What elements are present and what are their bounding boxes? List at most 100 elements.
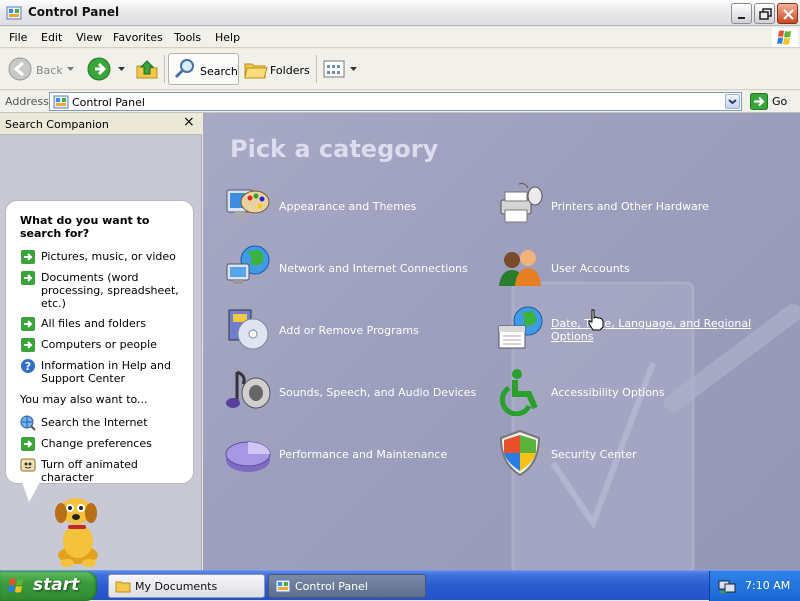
- printers-hardware-icon: [500, 183, 543, 223]
- start-button[interactable]: start: [0, 571, 97, 601]
- menu-help[interactable]: Help: [215, 31, 240, 44]
- hand-cursor-icon: [588, 309, 604, 331]
- search-option-pictures[interactable]: Pictures, music, or video: [20, 249, 192, 265]
- search-option-help[interactable]: ? Information in Help and Support Center: [20, 358, 192, 386]
- up-folder-icon: [136, 60, 158, 79]
- menu-favorites[interactable]: Favorites: [113, 31, 163, 44]
- option-label: Pictures, music, or video: [41, 250, 176, 263]
- taskbar-my-documents[interactable]: My Documents: [108, 574, 265, 598]
- category-view: Pick a category Appearance and Themes Pr…: [203, 113, 800, 570]
- turn-off-character-option[interactable]: Turn off animated character: [20, 457, 192, 484]
- search-option-documents[interactable]: Documents (word processing, spreadsheet,…: [20, 270, 192, 310]
- go-label: Go: [772, 95, 788, 108]
- add-remove-programs-icon: [228, 309, 269, 350]
- title-bar[interactable]: Control Panel: [0, 0, 800, 26]
- toolbar: Back Search Folders: [0, 49, 800, 90]
- green-arrow-icon: [21, 271, 35, 285]
- green-arrow-icon: [21, 338, 35, 352]
- menu-file[interactable]: File: [9, 31, 27, 44]
- bubble-tail: [22, 482, 40, 502]
- option-label: Search the Internet: [41, 416, 148, 429]
- close-button[interactable]: [777, 3, 798, 24]
- forward-button[interactable]: [85, 53, 129, 85]
- taskbar-label: My Documents: [135, 580, 218, 593]
- category-user-accounts[interactable]: User Accounts: [495, 242, 765, 292]
- folders-icon: [244, 63, 268, 79]
- views-icon: [323, 60, 345, 78]
- search-button[interactable]: Search: [168, 53, 239, 85]
- folder-icon: [115, 581, 131, 593]
- taskbar: start My Documents Control Panel 7:10 AM: [0, 570, 800, 601]
- close-icon: [783, 9, 794, 20]
- performance-maintenance-icon: [225, 441, 271, 472]
- menu-edit[interactable]: Edit: [41, 31, 62, 44]
- address-dropdown-button[interactable]: [725, 94, 740, 109]
- category-label: Accessibility Options: [551, 386, 665, 399]
- also-label: You may also want to...: [20, 393, 148, 406]
- search-option-computers[interactable]: Computers or people: [20, 337, 192, 353]
- category-label: Sounds, Speech, and Audio Devices: [279, 386, 477, 399]
- taskbar-control-panel[interactable]: Control Panel: [268, 574, 426, 598]
- category-add-remove-programs[interactable]: Add or Remove Programs: [223, 304, 493, 354]
- character-icon: [20, 458, 36, 472]
- address-field[interactable]: Control Panel: [49, 92, 742, 111]
- search-label: Search: [200, 65, 238, 78]
- green-arrow-icon: [21, 317, 35, 331]
- category-performance-maintenance[interactable]: Performance and Maintenance: [223, 428, 493, 478]
- window-title: Control Panel: [28, 5, 120, 19]
- category-label: Add or Remove Programs: [279, 324, 419, 337]
- network-internet-icon: [226, 245, 270, 284]
- date-time-language-icon: [498, 306, 543, 349]
- option-label: Turn off animated character: [41, 458, 138, 484]
- go-arrow-icon: [750, 93, 768, 110]
- toolbar-separator: [316, 55, 317, 83]
- category-printers-hardware[interactable]: Printers and Other Hardware: [495, 180, 765, 230]
- menu-view[interactable]: View: [76, 31, 102, 44]
- go-button[interactable]: Go: [748, 92, 798, 111]
- chevron-down-icon: [350, 67, 357, 71]
- back-button[interactable]: Back: [5, 53, 77, 85]
- control-panel-icon: [53, 95, 69, 109]
- network-tray-icon[interactable]: [718, 578, 736, 594]
- category-label: Security Center: [551, 448, 637, 461]
- up-folder-button[interactable]: [134, 53, 160, 85]
- back-arrow-icon: [8, 57, 32, 81]
- restore-button[interactable]: [754, 3, 775, 24]
- help-icon: ?: [21, 359, 35, 373]
- search-dog-character[interactable]: [45, 491, 109, 569]
- search-option-all-files[interactable]: All files and folders: [20, 316, 192, 332]
- pane-title: Search Companion: [5, 118, 109, 131]
- chevron-down-icon: [67, 67, 74, 71]
- toolbar-separator: [164, 55, 165, 83]
- category-accessibility[interactable]: Accessibility Options: [495, 366, 765, 416]
- address-value: Control Panel: [72, 96, 145, 109]
- green-arrow-icon: [21, 437, 35, 451]
- category-security-center[interactable]: Security Center: [495, 428, 765, 478]
- svg-text:?: ?: [25, 360, 31, 373]
- option-label: Information in Help and Support Center: [41, 359, 171, 385]
- windows-logo-icon: [8, 578, 23, 593]
- search-internet-icon: [20, 415, 36, 431]
- sounds-speech-audio-icon: [226, 370, 271, 409]
- taskbar-label: Control Panel: [295, 580, 368, 593]
- category-sounds-speech-audio[interactable]: Sounds, Speech, and Audio Devices: [223, 366, 493, 416]
- folders-button[interactable]: Folders: [243, 53, 311, 85]
- views-button[interactable]: [321, 53, 359, 85]
- search-question: What do you want to search for?: [20, 214, 150, 240]
- page-title: Pick a category: [230, 135, 439, 163]
- control-panel-icon: [6, 6, 22, 20]
- category-network-internet[interactable]: Network and Internet Connections: [223, 242, 493, 292]
- clock[interactable]: 7:10 AM: [745, 579, 790, 592]
- address-bar: Address Control Panel Go: [0, 91, 800, 113]
- search-bubble: What do you want to search for? Pictures…: [5, 200, 194, 484]
- search-internet-option[interactable]: Search the Internet: [20, 415, 192, 431]
- category-date-time-language[interactable]: Date, Time, Language, and Regional Optio…: [495, 304, 765, 354]
- category-appearance-themes[interactable]: Appearance and Themes: [223, 180, 493, 230]
- pane-close-button[interactable]: ×: [183, 114, 195, 130]
- menu-tools[interactable]: Tools: [174, 31, 201, 44]
- change-preferences-option[interactable]: Change preferences: [20, 436, 192, 452]
- category-label: Date, Time, Language, and Regional Optio…: [551, 317, 752, 343]
- minimize-button[interactable]: [731, 3, 752, 24]
- system-tray: 7:10 AM: [709, 571, 800, 601]
- folders-label: Folders: [270, 64, 310, 77]
